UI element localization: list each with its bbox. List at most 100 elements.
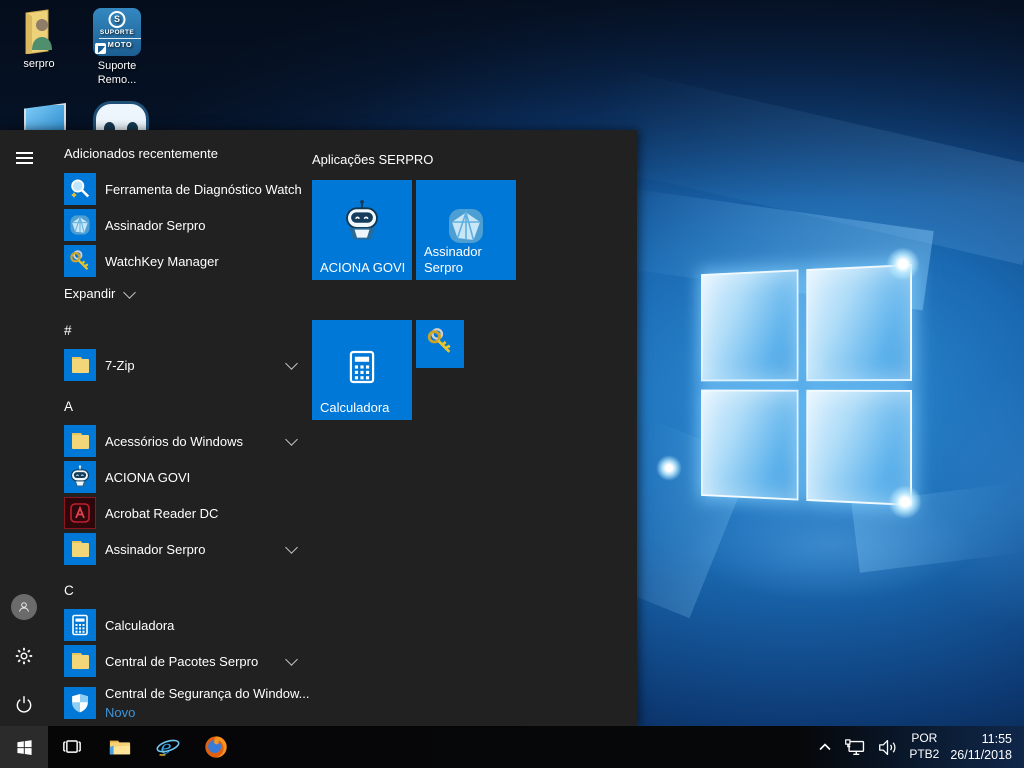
remote-arrow-glyph — [95, 43, 106, 54]
start-menu-tiles: Aplicações SERPRO ACIONA GOVI Assinador … — [312, 130, 622, 726]
section-letter-hash[interactable]: # — [64, 323, 302, 339]
expand-button[interactable]: Expandir — [64, 283, 302, 303]
start-button[interactable] — [0, 726, 48, 768]
clock[interactable]: 11:55 26/11/2018 — [950, 731, 1012, 764]
defender-shield-icon — [64, 687, 96, 719]
diamond-icon — [64, 209, 96, 241]
avatar — [11, 594, 37, 620]
suporte-logo-s: S — [108, 11, 126, 28]
internet-explorer-button[interactable]: e — [144, 726, 192, 768]
magnifier-key-icon — [64, 173, 96, 205]
windows-logo-wallpaper — [701, 264, 912, 506]
folder-icon — [64, 349, 96, 381]
internet-explorer-icon: e — [156, 738, 180, 759]
tile-watchkey[interactable] — [416, 320, 464, 368]
desktop-icon-serpro[interactable]: serpro — [0, 8, 78, 72]
app-item-central-seguranca[interactable]: Central de Segurança do Window... Novo — [64, 681, 310, 725]
network-button[interactable] — [844, 738, 866, 757]
app-item-ferramenta-diagnostico[interactable]: Ferramenta de Diagnóstico Watch... — [64, 173, 302, 205]
task-view-icon — [63, 740, 81, 753]
tile-calculadora[interactable]: Calculadora — [312, 320, 412, 420]
light-sparkle — [888, 485, 922, 519]
windows-logo-icon — [16, 739, 32, 755]
section-letter-a[interactable]: A — [64, 399, 302, 415]
app-item-acessorios-windows[interactable]: Acessórios do Windows — [64, 425, 302, 457]
light-sparkle — [656, 455, 682, 481]
tile-assinador-serpro[interactable]: Assinador Serpro — [416, 180, 516, 280]
windows-pane — [701, 389, 799, 501]
settings-button[interactable] — [0, 632, 48, 680]
speaker-icon — [879, 739, 896, 755]
app-item-label: Central de Segurança do Window... — [105, 685, 310, 701]
app-item-central-pacotes[interactable]: Central de Pacotes Serpro — [64, 645, 302, 677]
desktop-icon-robot-partial[interactable] — [93, 101, 149, 135]
start-menu-rail — [0, 130, 48, 726]
desktop-icon-label: Suporte — [97, 60, 137, 72]
hidden-icons-button[interactable] — [817, 740, 833, 754]
desktop-icon-suporte-remoto[interactable]: S SUPORTE MOTO Suporte Remo... — [78, 8, 156, 88]
firefox-button[interactable] — [192, 726, 240, 768]
user-icon — [19, 602, 29, 612]
app-item-assinador-serpro[interactable]: Assinador Serpro — [64, 533, 302, 565]
acrobat-icon — [64, 497, 96, 529]
taskbar: e POR PTB2 11:55 26/11/2018 — [0, 726, 1024, 768]
calculator-icon — [343, 348, 381, 391]
app-item-watchkey-manager[interactable]: WatchKey Manager — [64, 245, 302, 277]
desktop-icon-label: serpro — [23, 58, 55, 70]
folder-icon — [64, 425, 96, 457]
folder-icon — [64, 533, 96, 565]
user-folder-icon — [25, 9, 52, 54]
chevron-down-icon[interactable] — [285, 356, 298, 370]
app-item-calculadora[interactable]: Calculadora — [64, 609, 302, 641]
desktop: serpro S SUPORTE MOTO Suporte Remo... Ad… — [0, 0, 1024, 768]
chevron-down-icon[interactable] — [285, 540, 298, 554]
file-explorer-button[interactable] — [96, 726, 144, 768]
power-icon — [16, 696, 32, 713]
keys-icon — [425, 327, 455, 362]
keyboard-layout: PTB2 — [909, 747, 940, 761]
power-button[interactable] — [0, 680, 48, 726]
date: 26/11/2018 — [950, 748, 1012, 762]
tile-aciona-govi[interactable]: ACIONA GOVI — [312, 180, 412, 280]
task-view-button[interactable] — [48, 726, 96, 768]
app-item-assinador-serpro-recent[interactable]: Assinador Serpro — [64, 209, 302, 241]
file-explorer-icon — [109, 740, 131, 755]
suporte-remoto-icon: S SUPORTE MOTO — [93, 8, 141, 56]
time: 11:55 — [981, 731, 1012, 746]
recent-section-header: Adicionados recentemente — [64, 146, 218, 161]
hamburger-menu-button[interactable] — [0, 134, 48, 182]
chevron-up-icon — [819, 743, 831, 751]
expand-label: Expandir — [64, 285, 116, 301]
language-indicator[interactable]: POR PTB2 — [909, 731, 939, 762]
start-menu-app-list: Adicionados recentemente Ferramenta de D… — [64, 130, 310, 726]
app-item-acrobat-reader[interactable]: Acrobat Reader DC — [64, 497, 302, 529]
firefox-icon — [205, 736, 227, 758]
user-account-button[interactable] — [0, 583, 48, 631]
section-letter-c[interactable]: C — [64, 583, 302, 599]
windows-pane — [701, 269, 799, 381]
desktop-icon-label: Remo... — [97, 73, 137, 86]
start-menu: Adicionados recentemente Ferramenta de D… — [0, 130, 637, 726]
windows-pane — [805, 264, 912, 381]
tile-group-header: Aplicações SERPRO — [312, 152, 434, 167]
robot-icon — [64, 461, 96, 493]
suporte-caption-1: SUPORTE — [99, 29, 135, 36]
gear-icon — [15, 647, 33, 665]
tile-label: ACIONA GOVI — [320, 259, 406, 275]
light-sparkle — [886, 247, 920, 281]
volume-button[interactable] — [877, 738, 898, 757]
robot-icon — [339, 198, 385, 249]
app-item-aciona-govi[interactable]: ACIONA GOVI — [64, 461, 302, 493]
calculator-icon — [64, 609, 96, 641]
app-item-7zip[interactable]: 7-Zip — [64, 349, 302, 381]
chevron-down-icon — [123, 285, 137, 299]
tile-label: Assinador Serpro — [424, 244, 482, 275]
tile-label: Calculadora — [320, 399, 390, 415]
language-code: POR — [911, 731, 938, 746]
system-tray: POR PTB2 11:55 26/11/2018 — [817, 726, 1024, 768]
chevron-down-icon[interactable] — [285, 432, 298, 446]
keys-icon — [64, 245, 96, 277]
chevron-down-icon[interactable] — [285, 652, 298, 666]
novo-badge: Novo — [105, 705, 136, 720]
hamburger-icon — [15, 152, 33, 164]
